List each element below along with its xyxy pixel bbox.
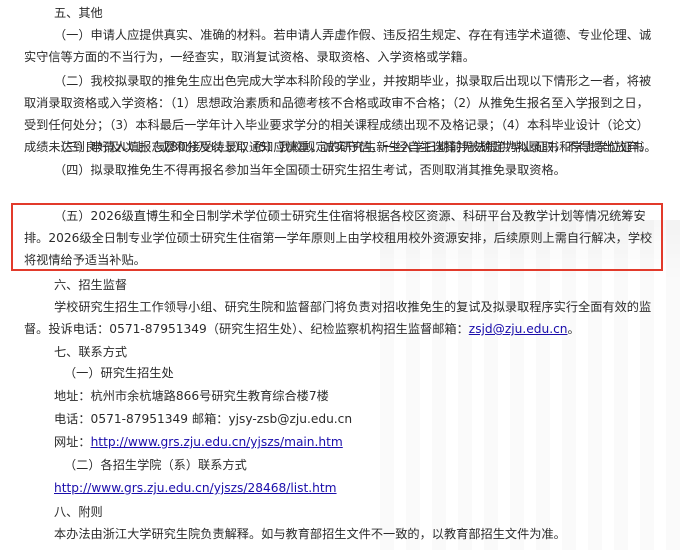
contact-subheading-1: （一）研究生招生处 [64, 366, 174, 380]
website-link[interactable]: http://www.grs.zju.edu.cn/yjszs/main.htm [91, 435, 343, 449]
supervision-email-link[interactable]: zsjd@zju.edu.cn [469, 322, 568, 336]
section-5-para-3: （三）申请人填报志愿和接受待录取通知应慎重，诚实守信，一经自主选择并被确定为拟录… [54, 140, 652, 154]
section-6-title: 六、招生监督 [54, 278, 128, 292]
website-label: 网址： [54, 435, 91, 449]
section-7-title: 七、联系方式 [54, 345, 128, 359]
section-5-para-5: （五）2026级直博生和全日制学术学位硕士研究生住宿将根据各校区资源、科研平台及… [24, 209, 653, 267]
department-list-link[interactable]: http://www.grs.zju.edu.cn/yjszs/28468/li… [54, 481, 337, 495]
section-6-para-1: 学校研究生招生工作领导小组、研究生院和监督部门将负责对招收推免生的复试及拟录取程… [24, 296, 660, 340]
section-8-para-1: 本办法由浙江大学研究生院负责解释。如与教育部招生文件不一致的，以教育部招生文件为… [54, 527, 566, 541]
contact-subheading-2: （二）各招生学院（系）联系方式 [64, 458, 247, 472]
document-body: 五、其他 （一）申请人应提供真实、准确的材料。若申请人弄虚作假、违反招生规定、存… [0, 0, 680, 550]
department-list-line: http://www.grs.zju.edu.cn/yjszs/28468/li… [54, 479, 337, 497]
contact-phone-email: 电话：0571-87951349 邮箱：yjsy-zsb@zju.edu.cn [54, 412, 353, 426]
section-8-title: 八、附则 [54, 505, 103, 519]
section-5-para-4: （四）拟录取推免生不得再报名参加当年全国硕士研究生招生考试，否则取消其推免录取资… [54, 163, 566, 177]
section-5-title: 五、其他 [54, 6, 103, 20]
contact-website: 网址：http://www.grs.zju.edu.cn/yjszs/main.… [54, 433, 343, 451]
section-6-text-end: 。 [567, 322, 580, 336]
section-5-para-1: （一）申请人应提供真实、准确的材料。若申请人弄虚作假、违反招生规定、存在有违学术… [24, 28, 652, 64]
contact-address: 地址：杭州市余杭塘路866号研究生教育综合楼7楼 [54, 389, 329, 403]
